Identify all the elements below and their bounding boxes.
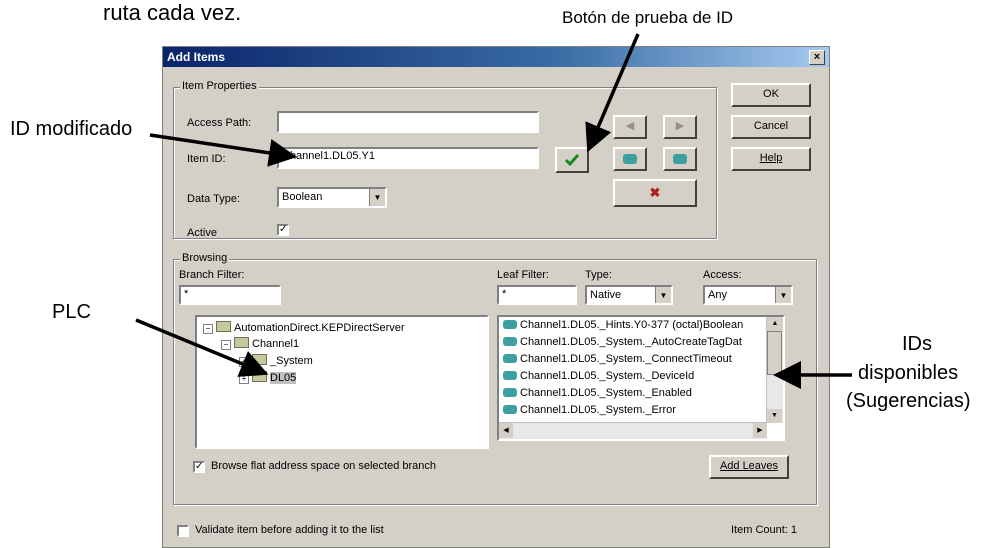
add-leaves-button[interactable]: Add Leaves xyxy=(709,455,789,479)
scroll-up-icon[interactable]: ▲ xyxy=(767,317,783,331)
active-label: Active xyxy=(187,227,217,239)
close-icon[interactable]: × xyxy=(809,50,825,65)
validate-id-button[interactable] xyxy=(555,147,589,173)
annotation-ids-3: (Sugerencias) xyxy=(846,390,971,412)
tree-item-server[interactable]: − AutomationDirect.KEPDirectServer xyxy=(203,321,405,334)
leaf-label: Channel1.DL05._System._Error xyxy=(520,404,676,416)
item-count: Item Count: 1 xyxy=(731,524,798,536)
list-item[interactable]: Channel1.DL05._System._AutoCreateTagDat xyxy=(503,336,742,348)
item-id-label: Item ID: xyxy=(187,153,226,165)
item-properties-legend: Item Properties xyxy=(180,80,259,92)
annotation-ids-2: disponibles xyxy=(858,362,959,384)
branch-filter-input[interactable]: * xyxy=(179,285,281,305)
tag-icon xyxy=(503,320,517,329)
folder-icon xyxy=(234,337,249,348)
access-value: Any xyxy=(708,289,727,301)
tree-item-label: AutomationDirect.KEPDirectServer xyxy=(234,322,405,334)
delete-item-button[interactable]: ✖ xyxy=(613,179,697,207)
expand-icon[interactable]: + xyxy=(239,374,249,384)
scroll-left-icon[interactable]: ◀ xyxy=(499,423,513,438)
branch-tree[interactable]: − AutomationDirect.KEPDirectServer − Chann… xyxy=(195,315,489,449)
tag-icon xyxy=(503,354,517,363)
ok-button[interactable]: OK xyxy=(731,83,811,107)
new-tag-icon xyxy=(623,154,637,164)
leaf-label: Channel1.DL05._System._Enabled xyxy=(520,387,692,399)
tree-item-channel[interactable]: − Channel1 xyxy=(221,337,299,350)
arrow-right-icon: ▶ xyxy=(675,120,685,132)
item-id-input[interactable]: Channel1.DL05.Y1 xyxy=(277,147,539,169)
leaves-list[interactable]: Channel1.DL05._Hints.Y0-377 (octal)Boole… xyxy=(497,315,785,441)
tag-icon xyxy=(503,337,517,346)
scroll-thumb[interactable] xyxy=(767,331,782,375)
previous-item-button[interactable]: ◀ xyxy=(613,115,647,139)
tree-item-label: DL05 xyxy=(270,372,297,384)
tag-icon xyxy=(503,371,517,380)
list-item[interactable]: Channel1.DL05._System._Enabled xyxy=(503,387,692,399)
access-label: Access: xyxy=(703,269,742,281)
browse-flat-label: Browse flat address space on selected br… xyxy=(211,460,437,472)
tree-item-label: _System xyxy=(270,355,313,367)
scroll-right-icon[interactable]: ▶ xyxy=(753,423,767,438)
arrow-left-icon: ◀ xyxy=(625,120,635,132)
type-value: Native xyxy=(590,289,622,301)
browse-flat-checkbox[interactable]: ✓ xyxy=(193,461,205,473)
active-checkbox[interactable]: ✓ xyxy=(277,224,289,236)
browsing-legend: Browsing xyxy=(180,252,230,264)
checkmark-icon xyxy=(564,154,580,167)
folder-icon xyxy=(216,321,231,332)
leaf-label: Channel1.DL05._System._AutoCreateTagDat xyxy=(520,336,742,348)
tag-icon xyxy=(503,405,517,414)
chevron-down-icon[interactable]: ▼ xyxy=(369,189,385,206)
tree-item-label: Channel1 xyxy=(252,338,300,350)
leaf-label: Channel1.DL05._Hints.Y0-377 (octal)Boole… xyxy=(520,319,744,331)
list-item[interactable]: Channel1.DL05._Hints.Y0-377 (octal)Boole… xyxy=(503,319,743,331)
list-item[interactable]: Channel1.DL05._System._DeviceId xyxy=(503,370,694,382)
add-items-dialog: Add Items × Item Properties Access Path:… xyxy=(162,46,830,548)
new-item-button[interactable] xyxy=(613,147,647,171)
annotation-modified-id: ID modificado xyxy=(10,118,133,140)
leaf-label: Channel1.DL05._System._DeviceId xyxy=(520,370,695,382)
next-item-button[interactable]: ▶ xyxy=(663,115,697,139)
chevron-down-icon[interactable]: ▼ xyxy=(655,287,671,303)
title-bar: Add Items × xyxy=(163,47,829,67)
branch-filter-label: Branch Filter: xyxy=(179,269,245,281)
validate-label: Validate item before adding it to the li… xyxy=(195,524,384,536)
collapse-icon[interactable]: − xyxy=(221,340,231,350)
tag-icon xyxy=(503,388,517,397)
type-label: Type: xyxy=(585,269,612,281)
tree-item-system[interactable]: + _System xyxy=(239,354,313,367)
annotation-top-text: ruta cada vez. xyxy=(103,0,242,25)
folder-icon xyxy=(252,354,267,365)
tree-item-dl05[interactable]: + DL05 xyxy=(239,371,297,384)
collapse-icon[interactable]: − xyxy=(203,324,213,334)
expand-icon[interactable]: + xyxy=(239,357,249,367)
annotation-ids-1: IDs xyxy=(902,333,932,355)
data-type-label: Data Type: xyxy=(187,193,240,205)
access-path-input[interactable] xyxy=(277,111,539,133)
help-button[interactable]: Help xyxy=(731,147,811,171)
leaf-filter-input[interactable]: * xyxy=(497,285,577,305)
list-item[interactable]: Channel1.DL05._System._Error xyxy=(503,404,676,416)
leaf-filter-label: Leaf Filter: xyxy=(497,269,549,281)
vertical-scrollbar[interactable]: ▲ ▼ xyxy=(766,317,783,423)
scroll-down-icon[interactable]: ▼ xyxy=(767,409,782,423)
data-type-select[interactable]: Boolean ▼ xyxy=(277,187,387,208)
duplicate-item-button[interactable] xyxy=(663,147,697,171)
dialog-title: Add Items xyxy=(167,50,226,64)
cancel-button[interactable]: Cancel xyxy=(731,115,811,139)
type-select[interactable]: Native ▼ xyxy=(585,285,673,305)
validate-checkbox[interactable] xyxy=(177,525,189,537)
duplicate-tag-icon xyxy=(673,154,687,164)
access-select[interactable]: Any ▼ xyxy=(703,285,793,305)
annotation-plc: PLC xyxy=(52,301,91,323)
horizontal-scrollbar[interactable]: ◀ ▶ xyxy=(499,422,767,439)
folder-icon xyxy=(252,371,267,382)
leaf-label: Channel1.DL05._System._ConnectTimeout xyxy=(520,353,732,365)
delete-tag-icon: ✖ xyxy=(649,185,661,200)
list-item[interactable]: Channel1.DL05._System._ConnectTimeout xyxy=(503,353,732,365)
access-path-label: Access Path: xyxy=(187,117,252,129)
data-type-value: Boolean xyxy=(282,191,323,203)
chevron-down-icon[interactable]: ▼ xyxy=(775,287,791,303)
annotation-test-button: Botón de prueba de ID xyxy=(562,8,734,27)
